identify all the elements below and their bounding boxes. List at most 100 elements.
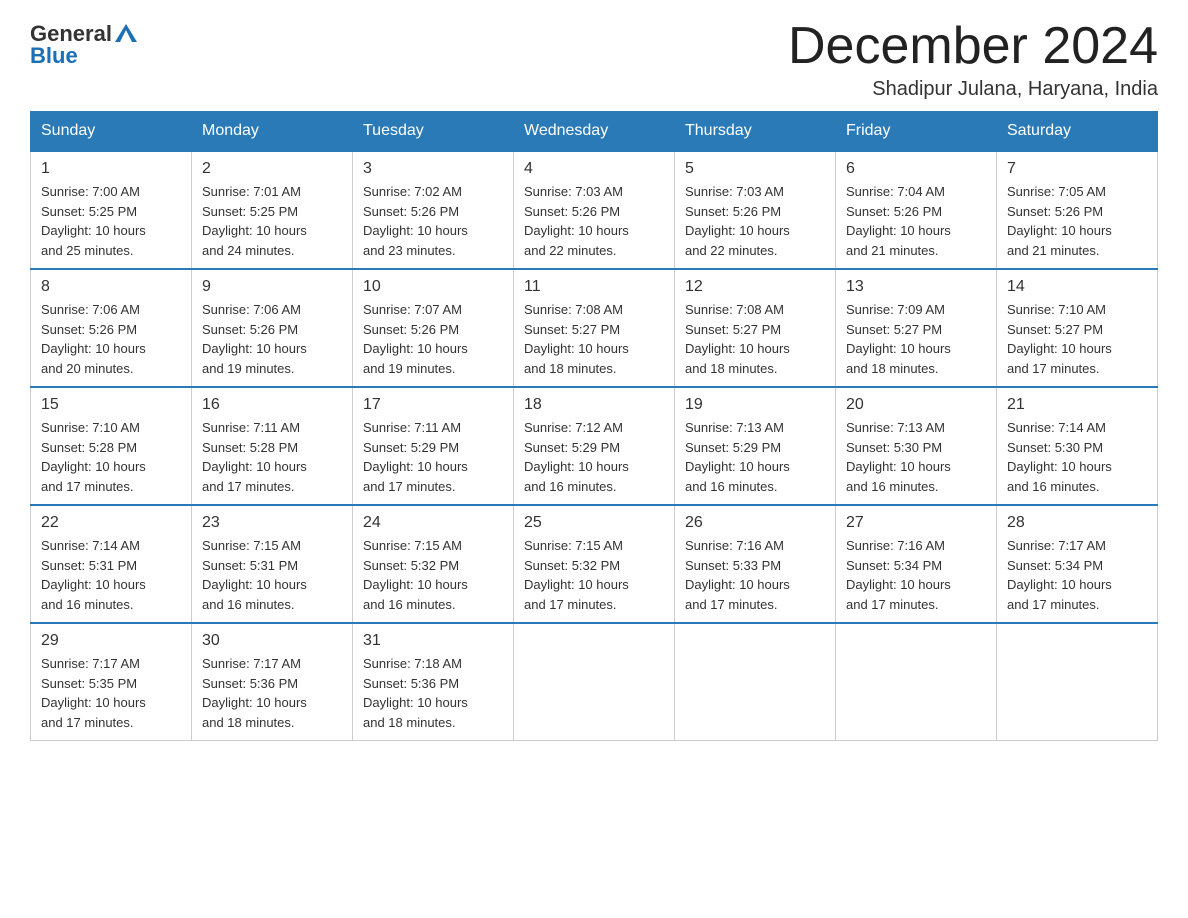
day-info: Sunrise: 7:15 AMSunset: 5:32 PMDaylight:… bbox=[363, 536, 503, 614]
day-cell-25: 25 Sunrise: 7:15 AMSunset: 5:32 PMDayligh… bbox=[514, 505, 675, 623]
day-number: 21 bbox=[1007, 396, 1147, 414]
day-cell-7: 7 Sunrise: 7:05 AMSunset: 5:26 PMDaylight… bbox=[997, 151, 1158, 269]
day-number: 29 bbox=[41, 632, 181, 650]
day-cell-13: 13 Sunrise: 7:09 AMSunset: 5:27 PMDayligh… bbox=[836, 269, 997, 387]
day-number: 12 bbox=[685, 278, 825, 296]
day-info: Sunrise: 7:17 AMSunset: 5:34 PMDaylight:… bbox=[1007, 536, 1147, 614]
day-info: Sunrise: 7:14 AMSunset: 5:31 PMDaylight:… bbox=[41, 536, 181, 614]
day-info: Sunrise: 7:17 AMSunset: 5:36 PMDaylight:… bbox=[202, 654, 342, 732]
day-number: 18 bbox=[524, 396, 664, 414]
day-number: 14 bbox=[1007, 278, 1147, 296]
day-number: 31 bbox=[363, 632, 503, 650]
day-info: Sunrise: 7:01 AMSunset: 5:25 PMDaylight:… bbox=[202, 182, 342, 260]
day-cell-16: 16 Sunrise: 7:11 AMSunset: 5:28 PMDayligh… bbox=[192, 387, 353, 505]
day-info: Sunrise: 7:12 AMSunset: 5:29 PMDaylight:… bbox=[524, 418, 664, 496]
week-row-5: 29 Sunrise: 7:17 AMSunset: 5:35 PMDayligh… bbox=[31, 623, 1158, 741]
calendar-table: SundayMondayTuesdayWednesdayThursdayFrid… bbox=[30, 111, 1158, 741]
month-title: December 2024 bbox=[788, 20, 1158, 72]
day-cell-10: 10 Sunrise: 7:07 AMSunset: 5:26 PMDayligh… bbox=[353, 269, 514, 387]
day-info: Sunrise: 7:05 AMSunset: 5:26 PMDaylight:… bbox=[1007, 182, 1147, 260]
title-section: December 2024 Shadipur Julana, Haryana, … bbox=[788, 20, 1158, 101]
page-header: General Blue December 2024 Shadipur Jula… bbox=[30, 20, 1158, 101]
col-header-friday: Friday bbox=[836, 112, 997, 152]
week-row-1: 1Sunrise: 7:00 AMSunset: 5:25 PMDaylight… bbox=[31, 151, 1158, 269]
col-header-tuesday: Tuesday bbox=[353, 112, 514, 152]
location: Shadipur Julana, Haryana, India bbox=[788, 78, 1158, 101]
col-header-saturday: Saturday bbox=[997, 112, 1158, 152]
day-number: 22 bbox=[41, 514, 181, 532]
day-info: Sunrise: 7:06 AMSunset: 5:26 PMDaylight:… bbox=[202, 300, 342, 378]
day-cell-9: 9 Sunrise: 7:06 AMSunset: 5:26 PMDaylight… bbox=[192, 269, 353, 387]
day-number: 25 bbox=[524, 514, 664, 532]
day-info: Sunrise: 7:07 AMSunset: 5:26 PMDaylight:… bbox=[363, 300, 503, 378]
day-number: 6 bbox=[846, 160, 986, 178]
day-cell-27: 27 Sunrise: 7:16 AMSunset: 5:34 PMDayligh… bbox=[836, 505, 997, 623]
day-number: 8 bbox=[41, 278, 181, 296]
day-number: 28 bbox=[1007, 514, 1147, 532]
day-cell-6: 6 Sunrise: 7:04 AMSunset: 5:26 PMDaylight… bbox=[836, 151, 997, 269]
day-cell-12: 12Sunrise: 7:08 AMSunset: 5:27 PMDayligh… bbox=[675, 269, 836, 387]
empty-cell bbox=[675, 623, 836, 741]
day-number: 11 bbox=[524, 278, 664, 296]
day-number: 10 bbox=[363, 278, 503, 296]
day-info: Sunrise: 7:17 AMSunset: 5:35 PMDaylight:… bbox=[41, 654, 181, 732]
day-info: Sunrise: 7:18 AMSunset: 5:36 PMDaylight:… bbox=[363, 654, 503, 732]
day-info: Sunrise: 7:09 AMSunset: 5:27 PMDaylight:… bbox=[846, 300, 986, 378]
day-info: Sunrise: 7:04 AMSunset: 5:26 PMDaylight:… bbox=[846, 182, 986, 260]
day-number: 16 bbox=[202, 396, 342, 414]
day-info: Sunrise: 7:13 AMSunset: 5:29 PMDaylight:… bbox=[685, 418, 825, 496]
day-cell-1: 1Sunrise: 7:00 AMSunset: 5:25 PMDaylight… bbox=[31, 151, 192, 269]
day-info: Sunrise: 7:11 AMSunset: 5:28 PMDaylight:… bbox=[202, 418, 342, 496]
day-info: Sunrise: 7:11 AMSunset: 5:29 PMDaylight:… bbox=[363, 418, 503, 496]
col-header-thursday: Thursday bbox=[675, 112, 836, 152]
day-number: 26 bbox=[685, 514, 825, 532]
day-number: 13 bbox=[846, 278, 986, 296]
day-cell-26: 26 Sunrise: 7:16 AMSunset: 5:33 PMDayligh… bbox=[675, 505, 836, 623]
day-number: 5 bbox=[685, 160, 825, 178]
day-cell-28: 28 Sunrise: 7:17 AMSunset: 5:34 PMDayligh… bbox=[997, 505, 1158, 623]
empty-cell bbox=[836, 623, 997, 741]
day-cell-29: 29 Sunrise: 7:17 AMSunset: 5:35 PMDayligh… bbox=[31, 623, 192, 741]
day-number: 20 bbox=[846, 396, 986, 414]
day-number: 4 bbox=[524, 160, 664, 178]
day-cell-31: 31 Sunrise: 7:18 AMSunset: 5:36 PMDayligh… bbox=[353, 623, 514, 741]
week-row-3: 15Sunrise: 7:10 AMSunset: 5:28 PMDayligh… bbox=[31, 387, 1158, 505]
header-row: SundayMondayTuesdayWednesdayThursdayFrid… bbox=[31, 112, 1158, 152]
day-number: 17 bbox=[363, 396, 503, 414]
day-number: 27 bbox=[846, 514, 986, 532]
day-cell-11: 11 Sunrise: 7:08 AMSunset: 5:27 PMDayligh… bbox=[514, 269, 675, 387]
day-cell-15: 15Sunrise: 7:10 AMSunset: 5:28 PMDayligh… bbox=[31, 387, 192, 505]
day-info: Sunrise: 7:00 AMSunset: 5:25 PMDaylight:… bbox=[41, 182, 181, 260]
day-number: 7 bbox=[1007, 160, 1147, 178]
day-cell-2: 2 Sunrise: 7:01 AMSunset: 5:25 PMDaylight… bbox=[192, 151, 353, 269]
day-cell-14: 14 Sunrise: 7:10 AMSunset: 5:27 PMDayligh… bbox=[997, 269, 1158, 387]
day-cell-3: 3Sunrise: 7:02 AMSunset: 5:26 PMDaylight… bbox=[353, 151, 514, 269]
day-cell-22: 22 Sunrise: 7:14 AMSunset: 5:31 PMDayligh… bbox=[31, 505, 192, 623]
logo-blue: Blue bbox=[30, 43, 78, 69]
day-cell-19: 19Sunrise: 7:13 AMSunset: 5:29 PMDayligh… bbox=[675, 387, 836, 505]
day-cell-20: 20 Sunrise: 7:13 AMSunset: 5:30 PMDayligh… bbox=[836, 387, 997, 505]
week-row-4: 22 Sunrise: 7:14 AMSunset: 5:31 PMDayligh… bbox=[31, 505, 1158, 623]
day-number: 2 bbox=[202, 160, 342, 178]
day-info: Sunrise: 7:15 AMSunset: 5:32 PMDaylight:… bbox=[524, 536, 664, 614]
day-info: Sunrise: 7:15 AMSunset: 5:31 PMDaylight:… bbox=[202, 536, 342, 614]
day-info: Sunrise: 7:13 AMSunset: 5:30 PMDaylight:… bbox=[846, 418, 986, 496]
week-row-2: 8 Sunrise: 7:06 AMSunset: 5:26 PMDaylight… bbox=[31, 269, 1158, 387]
col-header-wednesday: Wednesday bbox=[514, 112, 675, 152]
day-info: Sunrise: 7:16 AMSunset: 5:34 PMDaylight:… bbox=[846, 536, 986, 614]
day-info: Sunrise: 7:10 AMSunset: 5:27 PMDaylight:… bbox=[1007, 300, 1147, 378]
day-cell-21: 21 Sunrise: 7:14 AMSunset: 5:30 PMDayligh… bbox=[997, 387, 1158, 505]
day-info: Sunrise: 7:14 AMSunset: 5:30 PMDaylight:… bbox=[1007, 418, 1147, 496]
day-info: Sunrise: 7:06 AMSunset: 5:26 PMDaylight:… bbox=[41, 300, 181, 378]
logo-arrow-icon bbox=[115, 20, 137, 47]
day-cell-24: 24Sunrise: 7:15 AMSunset: 5:32 PMDayligh… bbox=[353, 505, 514, 623]
day-number: 9 bbox=[202, 278, 342, 296]
day-info: Sunrise: 7:08 AMSunset: 5:27 PMDaylight:… bbox=[524, 300, 664, 378]
day-cell-4: 4Sunrise: 7:03 AMSunset: 5:26 PMDaylight… bbox=[514, 151, 675, 269]
day-number: 23 bbox=[202, 514, 342, 532]
logo: General Blue bbox=[30, 20, 137, 69]
day-info: Sunrise: 7:16 AMSunset: 5:33 PMDaylight:… bbox=[685, 536, 825, 614]
day-number: 15 bbox=[41, 396, 181, 414]
col-header-monday: Monday bbox=[192, 112, 353, 152]
day-cell-18: 18 Sunrise: 7:12 AMSunset: 5:29 PMDayligh… bbox=[514, 387, 675, 505]
